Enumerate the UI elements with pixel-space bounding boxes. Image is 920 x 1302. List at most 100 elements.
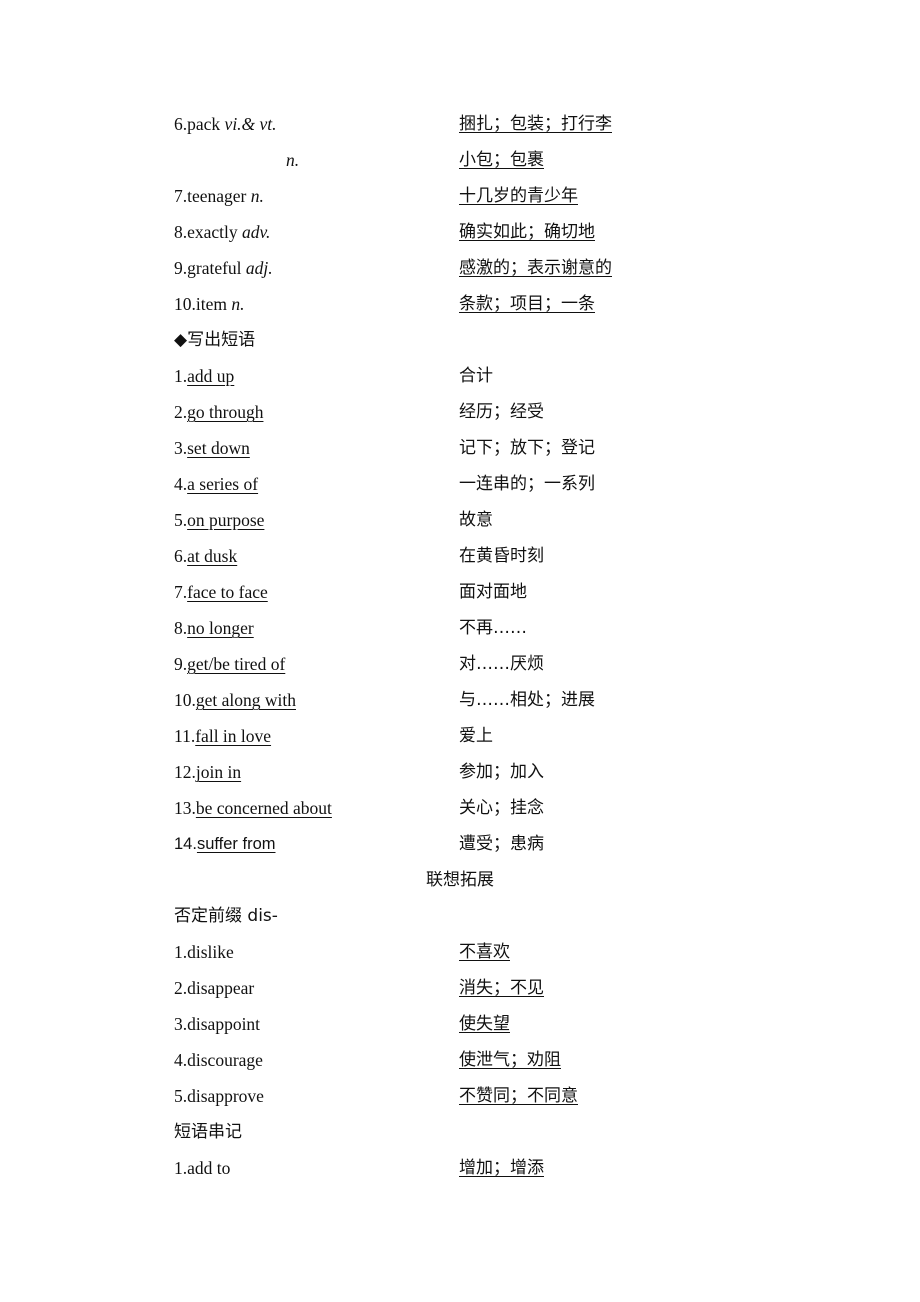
vocab-row: 9.grateful adj. 感激的；表示谢意的 [174,256,774,280]
phrase-meaning: 故意 [459,510,493,530]
phrase-meaning: 遭受；患病 [459,834,544,854]
vocab-number: 9. [174,258,188,278]
prefix-word: discourage [187,1050,263,1070]
phrase-text: suffer from [196,835,276,853]
phrase-text: at dusk [187,546,238,566]
phrase-row: 10.get along with 与……相处；进展 [174,688,774,712]
vocab-meaning: 小包；包裹 [459,150,544,170]
vocab-row: n. 小包；包裹 [174,148,774,172]
phrase-row: 12.join in 参加；加入 [174,760,774,784]
phrase-row: 13.be concerned about 关心；挂念 [174,796,774,820]
phrase-number: 10. [174,690,196,710]
phrase-meaning: 合计 [459,366,493,386]
chain-heading: 短语串记 [174,1122,242,1142]
phrase-number: 3. [174,438,188,458]
part-of-speech: adj. [245,258,273,278]
phrase-row: 14.suffer from 遭受；患病 [174,832,774,856]
vocab-meaning: 条款；项目；一条 [459,294,595,314]
vocab-meaning: 十几岁的青少年 [459,186,578,206]
phrase-meaning: 记下；放下；登记 [459,438,595,458]
chain-meaning: 增加；增添 [459,1158,544,1178]
phrase-meaning: 在黄昏时刻 [459,546,544,566]
phrase-meaning: 与……相处；进展 [459,690,595,710]
prefix-meaning: 不喜欢 [459,942,510,962]
vocab-meaning: 感激的；表示谢意的 [459,258,612,278]
phrase-text: set down [187,438,250,458]
vocab-word: item [195,294,227,314]
phrases-heading: ◆写出短语 [174,330,256,350]
phrase-text: join in [195,762,242,782]
part-of-speech: vi.& vt. [224,114,277,134]
prefix-word: dislike [187,942,234,962]
vocab-row: 8.exactly adv. 确实如此；确切地 [174,220,774,244]
vocab-meaning: 捆扎；包装；打行李 [459,114,612,134]
phrase-number: 4. [174,474,188,494]
vocab-number: 10. [174,294,196,314]
vocab-number: 7. [174,186,188,206]
phrase-meaning: 经历；经受 [459,402,544,422]
part-of-speech: n. [250,186,264,206]
prefix-heading: 否定前缀 dis- [174,906,278,926]
phrase-number: 9. [174,654,188,674]
phrase-number: 5. [174,510,188,530]
phrase-row: 6.at dusk 在黄昏时刻 [174,544,774,568]
prefix-word: disappoint [187,1014,261,1034]
phrase-meaning: 不再…… [459,618,527,638]
prefix-number: 5. [174,1086,188,1106]
vocab-word: pack [187,114,221,134]
vocab-word: teenager [187,186,247,206]
prefix-number: 4. [174,1050,188,1070]
phrase-text: get/be tired of [187,654,286,674]
phrase-meaning: 参加；加入 [459,762,544,782]
phrase-row: 1.add up 合计 [174,364,774,388]
phrase-number: 2. [174,402,188,422]
prefix-number: 1. [174,942,188,962]
phrase-text: get along with [195,690,296,710]
phrase-number: 14. [174,835,197,853]
phrase-text: fall in love [195,726,272,746]
phrase-row: 7.face to face 面对面地 [174,580,774,604]
prefix-row: 5.disapprove 不赞同；不同意 [174,1084,774,1108]
expansion-heading: 联想拓展 [426,870,494,890]
phrase-row: 11.fall in love 爱上 [174,724,774,748]
prefix-word: disappear [187,978,255,998]
phrase-number: 6. [174,546,188,566]
prefix-row: 1.dislike 不喜欢 [174,940,774,964]
phrase-row: 5.on purpose 故意 [174,508,774,532]
vocab-row: 10.item n. 条款；项目；一条 [174,292,774,316]
prefix-meaning: 使泄气；劝阻 [459,1050,561,1070]
phrase-text: no longer [187,618,254,638]
phrase-row: 2.go through 经历；经受 [174,400,774,424]
chain-phrase: add to [187,1158,231,1178]
prefix-row: 2.disappear 消失；不见 [174,976,774,1000]
prefix-row: 4.discourage 使泄气；劝阻 [174,1048,774,1072]
prefix-meaning: 不赞同；不同意 [459,1086,578,1106]
prefix-meaning: 消失；不见 [459,978,544,998]
vocab-word: grateful [187,258,242,278]
chain-row: 1.add to 增加；增添 [174,1156,774,1180]
phrase-meaning: 关心；挂念 [459,798,544,818]
phrase-text: face to face [187,582,268,602]
prefix-number: 3. [174,1014,188,1034]
phrase-number: 11. [174,726,196,746]
phrase-row: 9.get/be tired of 对……厌烦 [174,652,774,676]
phrase-text: a series of [187,474,259,494]
phrase-text: add up [187,366,235,386]
phrase-meaning: 对……厌烦 [459,654,544,674]
phrase-row: 8.no longer 不再…… [174,616,774,640]
part-of-speech: adv. [242,222,271,242]
vocab-word: exactly [187,222,238,242]
phrase-meaning: 面对面地 [459,582,527,602]
document-page: 6.pack vi.& vt. 捆扎；包装；打行李 n. 小包；包裹 7.tee… [0,0,920,1302]
phrase-number: 13. [174,798,196,818]
vocab-row: 6.pack vi.& vt. 捆扎；包装；打行李 [174,112,774,136]
vocab-number: 6. [174,114,188,134]
part-of-speech: n. [231,294,245,314]
part-of-speech: n. [286,150,300,170]
prefix-row: 3.disappoint 使失望 [174,1012,774,1036]
vocab-number: 8. [174,222,188,242]
prefix-word: disapprove [187,1086,264,1106]
phrase-number: 7. [174,582,188,602]
phrase-text: be concerned about [195,798,332,818]
prefix-meaning: 使失望 [459,1014,510,1034]
